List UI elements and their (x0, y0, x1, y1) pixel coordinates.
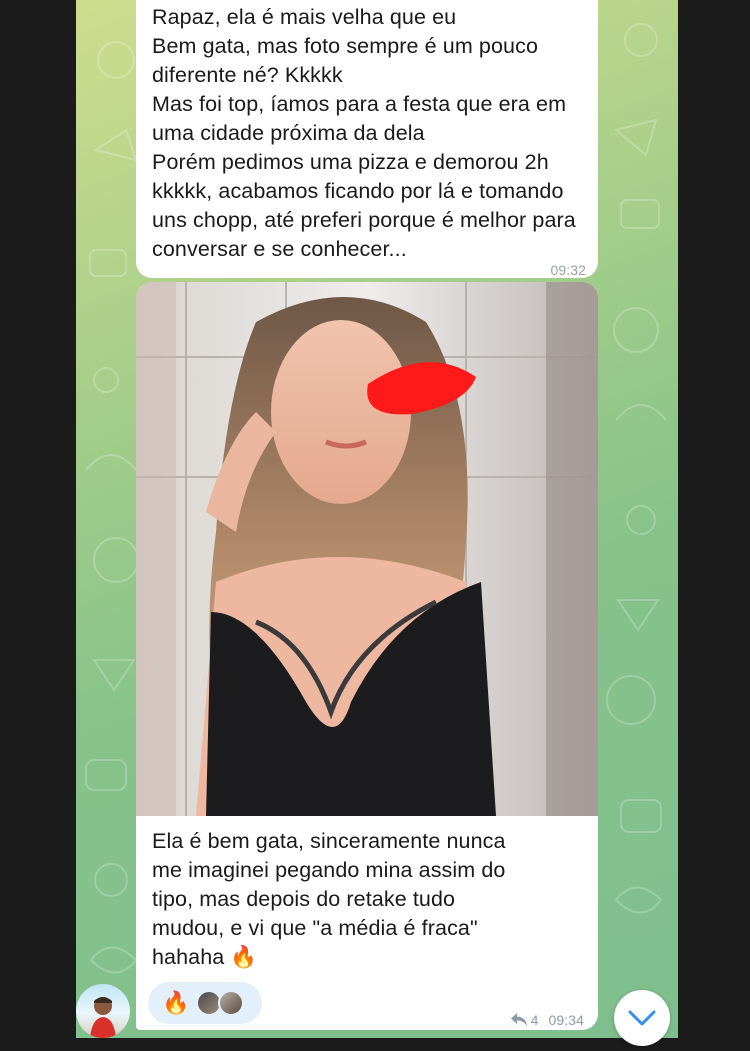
message-meta: 4 09:34 (510, 1006, 584, 1030)
reply-arrow-icon (510, 1013, 527, 1026)
caption-line: mudou, e vi que "a média é fraca" (152, 916, 478, 940)
message-time: 09:34 (548, 1012, 584, 1028)
caption-line: hahaha 🔥 (152, 945, 258, 969)
attached-photo[interactable] (136, 282, 598, 816)
reaction-pill[interactable]: 🔥 (148, 982, 262, 1024)
message-bubble-text[interactable]: Rapaz, ela é mais velha que eu Bem gata,… (136, 0, 598, 278)
message-line: uma cidade próxima da dela (152, 121, 425, 145)
caption-line: tipo, mas depois do retake tudo (152, 887, 456, 911)
reaction-emoji: 🔥 (162, 990, 190, 1015)
message-line: Porém pedimos uma pizza e demorou 2h (152, 150, 549, 174)
right-frame (678, 0, 750, 1038)
photo-caption: Ela é bem gata, sinceramente nunca me im… (152, 827, 592, 972)
message-bubble-photo[interactable]: Ela é bem gata, sinceramente nunca me im… (136, 282, 598, 1030)
message-line: Mas foi top, íamos para a festa que era … (152, 92, 567, 116)
message-line: conversar e se conhecer... (152, 237, 407, 261)
caption-line: Ela é bem gata, sinceramente nunca (152, 829, 506, 853)
caption-line: me imaginei pegando mina assim do (152, 858, 506, 882)
message-line: Rapaz, ela é mais velha que eu (152, 5, 457, 29)
photo-image (136, 282, 598, 816)
message-line: Bem gata, mas foto sempre é um pouco (152, 34, 539, 58)
sender-avatar[interactable] (76, 984, 130, 1038)
avatar-image (90, 997, 116, 1038)
reactor-avatar (218, 990, 244, 1016)
message-line: uns chopp, até preferi porque é melhor p… (152, 208, 576, 232)
message-time: 09:32 (550, 262, 586, 278)
message-line: kkkkk, acabamos ficando por lá e tomando (152, 179, 564, 203)
reply-count: 4 (530, 1012, 539, 1028)
chat-background[interactable]: Rapaz, ela é mais velha que eu Bem gata,… (76, 0, 678, 1038)
message-line: diferente né? Kkkkk (152, 63, 343, 87)
left-frame (0, 0, 76, 1038)
